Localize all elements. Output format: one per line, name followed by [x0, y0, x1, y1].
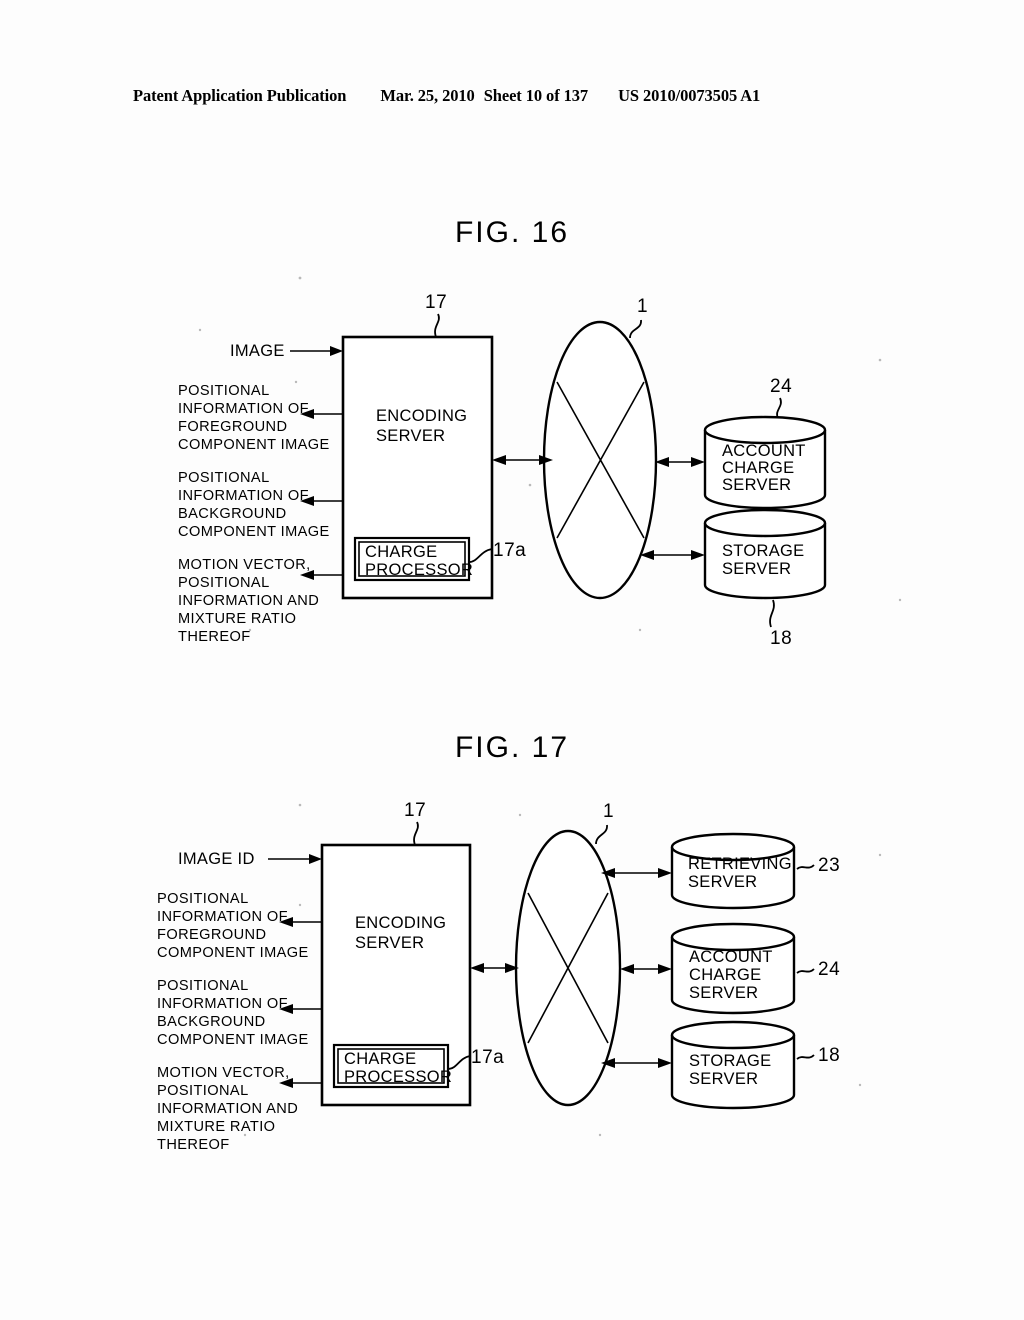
charge-processor-label-line1: CHARGE: [344, 1050, 416, 1068]
foreground-positional-line4: COMPONENT IMAGE: [178, 437, 330, 453]
publication-date: Mar. 25, 2010: [380, 86, 475, 105]
account-charge-server-line2: CHARGE: [722, 459, 794, 477]
network-cloud: [542, 320, 658, 600]
charge-processor-label-line2: PROCESSOR: [344, 1068, 452, 1086]
background-positional-line4: COMPONENT IMAGE: [178, 524, 330, 540]
sheet-number: Sheet 10 of 137: [483, 86, 589, 105]
patent-page: Patent Application Publication Mar. 25, …: [0, 0, 1024, 1320]
foreground-positional-line1: POSITIONAL: [157, 891, 249, 907]
storage-server-line1: STORAGE: [689, 1052, 771, 1070]
account-charge-server-line3: SERVER: [722, 476, 791, 494]
motion-vector-line4: MIXTURE RATIO: [178, 611, 296, 627]
figure-17-title: FIG. 17: [454, 731, 570, 764]
storage-server-ref: 18: [770, 628, 792, 649]
server-network-link: [470, 963, 519, 973]
network-retrieving-link: [601, 868, 672, 878]
background-positional-line2: INFORMATION OF: [157, 996, 288, 1012]
retrieving-server-line2: SERVER: [688, 873, 757, 891]
motion-vector-line5: THEREOF: [157, 1137, 230, 1153]
background-positional-line3: BACKGROUND: [157, 1014, 266, 1030]
network-storage-link: [640, 550, 705, 560]
storage-server-line2: SERVER: [722, 560, 791, 578]
storage-server-ref: 18: [818, 1045, 840, 1066]
background-positional-line4: COMPONENT IMAGE: [157, 1032, 309, 1048]
image-input-arrow: [290, 346, 343, 356]
foreground-positional-line1: POSITIONAL: [178, 383, 270, 399]
image-input-label: IMAGE: [230, 342, 285, 360]
storage-server-line1: STORAGE: [722, 542, 804, 560]
motion-vector-line5: THEREOF: [178, 629, 251, 645]
patent-number: US 2010/0073505 A1: [618, 86, 761, 105]
account-charge-server-ref: 24: [770, 376, 792, 397]
motion-vector-line2: POSITIONAL: [157, 1083, 249, 1099]
image-id-input-arrow: [268, 854, 322, 864]
charge-processor-ref: 17a: [493, 540, 526, 561]
account-charge-server-line1: ACCOUNT: [689, 948, 773, 966]
foreground-positional-line2: INFORMATION OF: [178, 401, 309, 417]
motion-vector-line4: MIXTURE RATIO: [157, 1119, 275, 1135]
background-positional-line1: POSITIONAL: [178, 470, 270, 486]
motion-vector-line2: POSITIONAL: [178, 575, 270, 591]
running-head: Patent Application Publication Mar. 25, …: [133, 86, 893, 106]
network-ref: 1: [603, 801, 614, 822]
motion-vector-line1: MOTION VECTOR,: [178, 557, 311, 573]
charge-processor-label-line1: CHARGE: [365, 543, 437, 561]
motion-vector-line3: INFORMATION AND: [178, 593, 319, 609]
foreground-positional-line4: COMPONENT IMAGE: [157, 945, 309, 961]
motion-vector-line1: MOTION VECTOR,: [157, 1065, 290, 1081]
encoding-server-ref: 17: [404, 800, 426, 821]
retrieving-server-ref: 23: [818, 855, 840, 876]
network-account-charge-link: [655, 457, 705, 467]
background-positional-line1: POSITIONAL: [157, 978, 249, 994]
encoding-server-label-line1: ENCODING: [355, 914, 446, 932]
account-charge-server-ref: 24: [818, 959, 840, 980]
foreground-positional-line3: FOREGROUND: [157, 927, 266, 943]
background-positional-line2: INFORMATION OF: [178, 488, 309, 504]
network-ref: 1: [637, 296, 648, 317]
background-positional-line3: BACKGROUND: [178, 506, 287, 522]
encoding-server-label-line2: SERVER: [376, 427, 445, 445]
network-account-charge-link: [620, 964, 672, 974]
encoding-server-label-line1: ENCODING: [376, 407, 467, 425]
encoding-server-label-line2: SERVER: [355, 934, 424, 952]
charge-processor-label-line2: PROCESSOR: [365, 561, 473, 579]
charge-processor-ref: 17a: [471, 1047, 504, 1068]
account-charge-server-line1: ACCOUNT: [722, 442, 806, 460]
foreground-positional-line3: FOREGROUND: [178, 419, 287, 435]
retrieving-server-line1: RETRIEVING: [688, 855, 792, 873]
network-storage-link: [601, 1058, 672, 1068]
figure-16-diagram: ENCODING SERVER 17 CHARGE PROCESSOR 17a …: [178, 276, 902, 649]
foreground-positional-line2: INFORMATION OF: [157, 909, 288, 925]
publication-label: Patent Application Publication: [133, 86, 347, 105]
account-charge-server-line3: SERVER: [689, 984, 758, 1002]
motion-vector-line3: INFORMATION AND: [157, 1101, 298, 1117]
storage-server-line2: SERVER: [689, 1070, 758, 1088]
figure-17-diagram: ENCODING SERVER 17 CHARGE PROCESSOR 17a …: [157, 800, 882, 1153]
figure-16-title: FIG. 16: [454, 216, 570, 249]
account-charge-server-line2: CHARGE: [689, 966, 761, 984]
encoding-server-ref: 17: [425, 292, 447, 313]
image-id-input-label: IMAGE ID: [178, 850, 255, 868]
